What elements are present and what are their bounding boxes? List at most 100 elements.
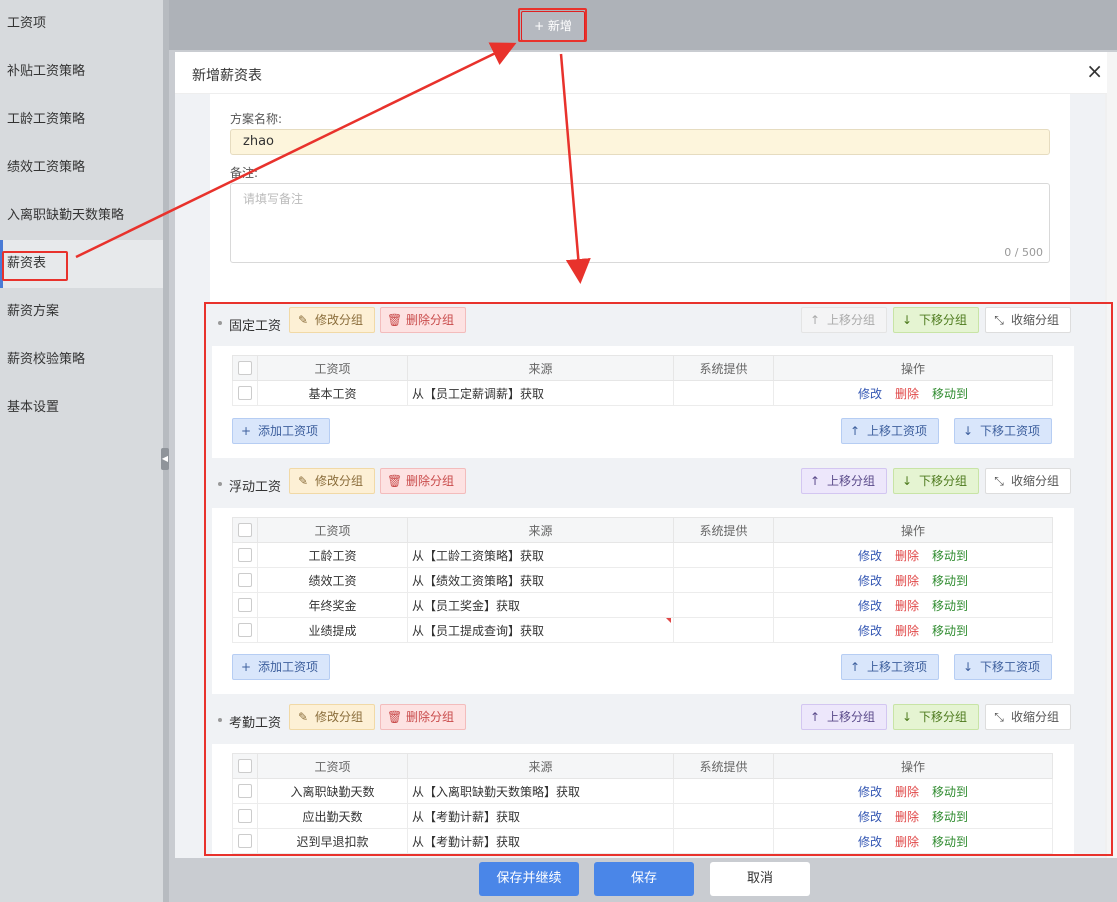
edit-icon: ✎ bbox=[297, 313, 309, 327]
checkbox[interactable] bbox=[238, 623, 252, 638]
checkbox[interactable] bbox=[238, 759, 252, 774]
row-select-cell[interactable] bbox=[232, 803, 258, 829]
row-delete-link[interactable]: 删除 bbox=[895, 549, 919, 563]
add-item-button[interactable]: + 添加工资项 bbox=[232, 654, 330, 680]
row-move-link[interactable]: 移动到 bbox=[932, 835, 968, 849]
move-up-item-button[interactable]: ↑ 上移工资项 bbox=[841, 654, 939, 680]
sidebar-item-allowance-strategy[interactable]: 补贴工资策略 bbox=[0, 48, 163, 96]
row-select-cell[interactable] bbox=[232, 828, 258, 854]
checkbox[interactable] bbox=[238, 361, 252, 376]
row-delete-link[interactable]: 删除 bbox=[895, 574, 919, 588]
select-all-cell[interactable] bbox=[232, 753, 258, 779]
trash-icon: 🗑 bbox=[387, 474, 403, 488]
row-edit-link[interactable]: 修改 bbox=[858, 387, 882, 401]
row-move-link[interactable]: 移动到 bbox=[932, 387, 968, 401]
item-cell: 工龄工资 bbox=[257, 542, 408, 568]
row-select-cell[interactable] bbox=[232, 542, 258, 568]
delete-group-button[interactable]: 🗑 删除分组 bbox=[380, 704, 466, 730]
move-down-group-button[interactable]: ↓ 下移分组 bbox=[893, 468, 979, 494]
move-down-item-button[interactable]: ↓ 下移工资项 bbox=[954, 418, 1052, 444]
row-move-link[interactable]: 移动到 bbox=[932, 549, 968, 563]
move-down-group-button[interactable]: ↓ 下移分组 bbox=[893, 307, 979, 333]
row-edit-link[interactable]: 修改 bbox=[858, 835, 882, 849]
move-down-group-button[interactable]: ↓ 下移分组 bbox=[893, 704, 979, 730]
sidebar-item-attendance-strategy[interactable]: 入离职缺勤天数策略 bbox=[0, 192, 163, 240]
row-delete-link[interactable]: 删除 bbox=[895, 810, 919, 824]
row-delete-link[interactable]: 删除 bbox=[895, 599, 919, 613]
row-edit-link[interactable]: 修改 bbox=[858, 549, 882, 563]
row-delete-link[interactable]: 删除 bbox=[895, 387, 919, 401]
checkbox[interactable] bbox=[238, 598, 252, 613]
row-edit-link[interactable]: 修改 bbox=[858, 574, 882, 588]
group-body: 工资项 来源 系统提供 操作 工龄工资 从【工龄工资策略】获取 修改 删除 移动到 … bbox=[212, 508, 1074, 694]
sidebar-item-basic-settings[interactable]: 基本设置 bbox=[0, 384, 163, 432]
collapse-sidebar-icon[interactable]: ◀ bbox=[161, 448, 169, 470]
checkbox[interactable] bbox=[238, 548, 252, 563]
checkbox[interactable] bbox=[238, 784, 252, 799]
sidebar-item-label: 工龄工资策略 bbox=[7, 112, 86, 127]
operation-cell: 修改 删除 移动到 bbox=[773, 567, 1053, 593]
row-move-link[interactable]: 移动到 bbox=[932, 624, 968, 638]
sidebar-item-salary-items[interactable]: 工资项 bbox=[0, 0, 163, 48]
row-move-link[interactable]: 移动到 bbox=[932, 810, 968, 824]
move-down-item-button[interactable]: ↓ 下移工资项 bbox=[954, 654, 1052, 680]
group-body: 工资项 来源 系统提供 操作 基本工资 从【员工定薪调薪】获取 修改 删除 移动到 … bbox=[212, 346, 1074, 458]
row-select-cell[interactable] bbox=[232, 592, 258, 618]
collapse-group-button[interactable]: ⤡ 收缩分组 bbox=[985, 704, 1071, 730]
item-cell: 业绩提成 bbox=[257, 617, 408, 643]
arrow-up-icon: ↑ bbox=[849, 660, 861, 674]
row-select-cell[interactable] bbox=[232, 380, 258, 406]
row-delete-link[interactable]: 删除 bbox=[895, 624, 919, 638]
sidebar-item-seniority-strategy[interactable]: 工龄工资策略 bbox=[0, 96, 163, 144]
move-up-group-button[interactable]: ↑ 上移分组 bbox=[801, 468, 887, 494]
save-and-continue-button[interactable]: 保存并继续 bbox=[479, 862, 579, 896]
operation-cell: 修改 删除 移动到 bbox=[773, 542, 1053, 568]
collapse-group-button[interactable]: ⤡ 收缩分组 bbox=[985, 468, 1071, 494]
row-select-cell[interactable] bbox=[232, 778, 258, 804]
sidebar-item-salary-plan[interactable]: 薪资方案 bbox=[0, 288, 163, 336]
row-delete-link[interactable]: 删除 bbox=[895, 785, 919, 799]
checkbox[interactable] bbox=[238, 834, 252, 849]
row-edit-link[interactable]: 修改 bbox=[858, 810, 882, 824]
edit-group-button[interactable]: ✎ 修改分组 bbox=[289, 704, 375, 730]
close-icon[interactable]: × bbox=[1086, 60, 1103, 82]
delete-group-button[interactable]: 🗑 删除分组 bbox=[380, 468, 466, 494]
checkbox[interactable] bbox=[238, 386, 252, 401]
collapse-group-button[interactable]: ⤡ 收缩分组 bbox=[985, 307, 1071, 333]
add-item-button[interactable]: + 添加工资项 bbox=[232, 418, 330, 444]
move-up-item-button[interactable]: ↑ 上移工资项 bbox=[841, 418, 939, 444]
row-move-link[interactable]: 移动到 bbox=[932, 574, 968, 588]
sidebar-item-label: 薪资校验策略 bbox=[7, 352, 86, 367]
checkbox[interactable] bbox=[238, 809, 252, 824]
delete-group-button[interactable]: 🗑 删除分组 bbox=[380, 307, 466, 333]
edit-group-button[interactable]: ✎ 修改分组 bbox=[289, 307, 375, 333]
sidebar-item-label: 绩效工资策略 bbox=[7, 160, 86, 175]
salary-item-table: 工资项 来源 系统提供 操作 基本工资 从【员工定薪调薪】获取 修改 删除 移动到 bbox=[232, 355, 1053, 406]
bullet-icon bbox=[218, 718, 222, 722]
checkbox[interactable] bbox=[238, 573, 252, 588]
select-all-cell[interactable] bbox=[232, 355, 258, 381]
save-button[interactable]: 保存 bbox=[594, 862, 694, 896]
row-move-link[interactable]: 移动到 bbox=[932, 785, 968, 799]
row-delete-link[interactable]: 删除 bbox=[895, 835, 919, 849]
edit-group-button[interactable]: ✎ 修改分组 bbox=[289, 468, 375, 494]
row-edit-link[interactable]: 修改 bbox=[858, 785, 882, 799]
plan-name-input[interactable]: zhao bbox=[230, 129, 1050, 155]
select-all-cell[interactable] bbox=[232, 517, 258, 543]
trash-icon: 🗑 bbox=[387, 313, 403, 327]
row-select-cell[interactable] bbox=[232, 567, 258, 593]
bullet-icon bbox=[218, 482, 222, 486]
bullet-icon bbox=[218, 321, 222, 325]
move-up-group-button[interactable]: ↑ 上移分组 bbox=[801, 704, 887, 730]
row-move-link[interactable]: 移动到 bbox=[932, 599, 968, 613]
sidebar-item-performance-strategy[interactable]: 绩效工资策略 bbox=[0, 144, 163, 192]
row-select-cell[interactable] bbox=[232, 617, 258, 643]
row-edit-link[interactable]: 修改 bbox=[858, 599, 882, 613]
source-cell: 从【员工提成查询】获取 bbox=[407, 617, 674, 643]
cancel-button[interactable]: 取消 bbox=[710, 862, 810, 896]
note-textarea[interactable]: 请填写备注 0 / 500 bbox=[230, 183, 1050, 263]
checkbox[interactable] bbox=[238, 523, 252, 538]
move-up-group-button[interactable]: ↑ 上移分组 bbox=[801, 307, 887, 333]
row-edit-link[interactable]: 修改 bbox=[858, 624, 882, 638]
sidebar-item-salary-check[interactable]: 薪资校验策略 bbox=[0, 336, 163, 384]
